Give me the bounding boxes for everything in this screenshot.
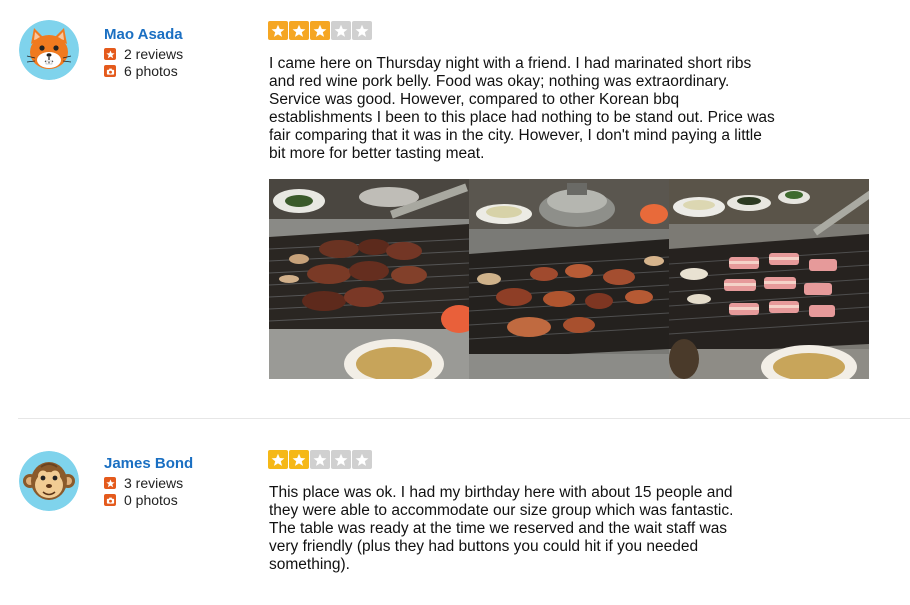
review-count: 3 reviews [104, 475, 193, 491]
star-icon-empty [352, 21, 372, 40]
review-count-label: 3 reviews [124, 475, 184, 491]
user-info: Mao Asada 2 reviews 6 photos [104, 26, 183, 79]
review-text: This place was ok. I had my birthday her… [269, 484, 734, 573]
star-icon-empty [310, 450, 330, 469]
star-badge-icon [104, 477, 116, 489]
star-icon-empty [331, 21, 351, 40]
camera-icon [104, 494, 116, 506]
orange-cat-avatar-icon [19, 20, 79, 80]
user-name-link[interactable]: Mao Asada [104, 26, 183, 44]
photo-count: 6 photos [104, 63, 183, 79]
review-count-label: 2 reviews [124, 46, 184, 62]
review-text: I came here on Thursday night with a fri… [269, 55, 775, 162]
user-avatar[interactable] [19, 20, 79, 80]
star-icon-filled [289, 21, 309, 40]
star-icon-empty [331, 450, 351, 469]
star-icon-filled [268, 21, 288, 40]
star-icon-filled [289, 450, 309, 469]
user-name-link[interactable]: James Bond [104, 455, 193, 473]
star-icon-filled [310, 21, 330, 40]
user-avatar[interactable] [19, 451, 79, 511]
review-count: 2 reviews [104, 46, 183, 62]
review-card: Mao Asada 2 reviews 6 photos I came here… [0, 0, 910, 418]
star-rating [268, 450, 372, 469]
raw-pork-belly-grill-photo[interactable] [669, 179, 869, 379]
user-info: James Bond 3 reviews 0 photos [104, 455, 193, 508]
star-icon-filled [268, 450, 288, 469]
camera-icon [104, 65, 116, 77]
star-icon-empty [352, 450, 372, 469]
grilled-short-ribs-photo[interactable] [269, 179, 469, 379]
star-badge-icon [104, 48, 116, 60]
photo-count-label: 0 photos [124, 492, 178, 508]
star-rating [268, 21, 372, 40]
review-card: James Bond 3 reviews 0 photos This place… [0, 419, 910, 605]
grilled-pork-belly-photo[interactable] [469, 179, 669, 379]
photo-count-label: 6 photos [124, 63, 178, 79]
review-photos [269, 179, 869, 379]
photo-count: 0 photos [104, 492, 193, 508]
monkey-avatar-icon [19, 451, 79, 511]
